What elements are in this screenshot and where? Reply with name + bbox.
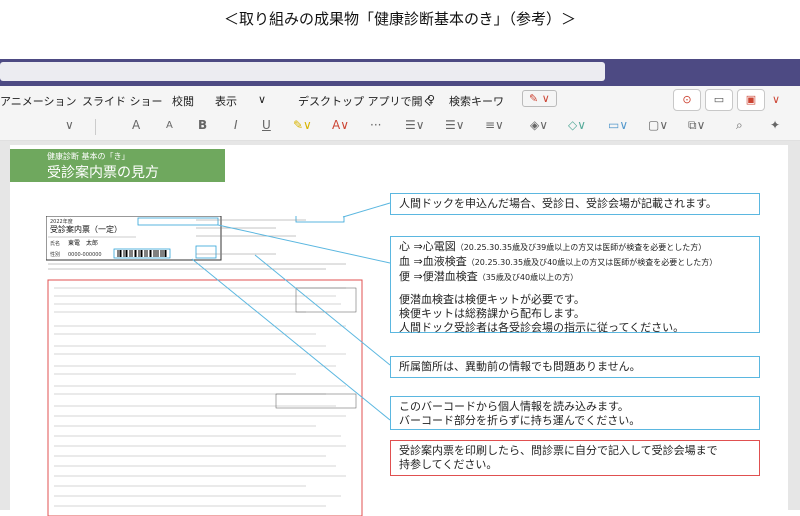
callout-print: 受診案内票を印刷したら、問診票に自分で記入して受診会場まで 持参してください。: [390, 440, 760, 476]
ribbon-menu-bar: アニメーション スライド ショー 校閲 表示 ∨ デスクトップ アプリで開く ♀…: [0, 86, 800, 114]
bold-button[interactable]: B: [198, 118, 207, 132]
group-icon[interactable]: ⧉∨: [688, 118, 705, 133]
font-dropdown-chevron-icon[interactable]: ∨: [65, 118, 74, 132]
page-caption: ＜取り組みの成果物「健康診断基本のき」（参考）＞: [223, 10, 577, 28]
exam-blood-label: 血 ⇒血液検査: [399, 255, 467, 268]
menu-search[interactable]: 検索キーワ: [449, 93, 504, 109]
callout-dock: 人間ドックを申込んだ場合、受診日、受診会場が記載されます。: [390, 193, 760, 215]
exam-ecg-label: 心 ⇒心電図: [399, 240, 456, 253]
toolbar-divider: [95, 119, 96, 135]
lightbulb-icon: ♀: [427, 93, 436, 106]
search-icon[interactable]: ⌕: [736, 118, 743, 133]
app-search-box[interactable]: [0, 62, 605, 81]
menu-review[interactable]: 校閲: [172, 93, 194, 109]
exam-kit-line2: 検便キットは総務課から配布します。: [399, 307, 585, 320]
grow-font-button[interactable]: A: [132, 118, 140, 132]
app-title-bar: [0, 59, 800, 86]
arrange-icon[interactable]: ▢∨: [648, 118, 668, 132]
menu-slideshow[interactable]: スライド ショー: [82, 93, 163, 109]
shapes-icon[interactable]: ◈∨: [530, 118, 548, 132]
callout-barcode-line2: バーコード部分を折らずに持ち運んでください。: [399, 414, 641, 427]
chevron-down-icon[interactable]: ∨: [258, 93, 266, 106]
menu-animation[interactable]: アニメーション: [0, 93, 77, 109]
callout-dock-text: 人間ドックを申込んだ場合、受診日、受診会場が記載されます。: [399, 197, 717, 210]
present-icon[interactable]: ▣: [737, 89, 765, 111]
outline-icon[interactable]: ▭∨: [608, 118, 628, 132]
fill-icon[interactable]: ◇∨: [568, 118, 586, 132]
shrink-font-button[interactable]: A: [166, 120, 173, 131]
comment-icon[interactable]: ▭: [705, 89, 733, 111]
share-icon[interactable]: ⊙: [673, 89, 701, 111]
callout-department-text: 所属箇所は、異動前の情報でも問題ありません。: [399, 360, 641, 373]
callout-barcode-line1: このバーコードから個人情報を読み込みます。: [399, 400, 629, 413]
callout-barcode: このバーコードから個人情報を読み込みます。 バーコード部分を折らずに持ち運んでく…: [390, 396, 760, 430]
menu-open-desktop[interactable]: デスクトップ アプリで開く: [298, 93, 434, 109]
callout-exams: 心 ⇒心電図（20.25.30.35歳及び39歳以上の方又は医師が検査を必要とし…: [390, 236, 760, 334]
exam-ecg-note: （20.25.30.35歳及び39歳以上の方又は医師が検査を必要とした方）: [455, 243, 707, 252]
exam-kit-line1: 便潜血検査は検便キットが必要です。: [399, 293, 585, 306]
callout-print-line2: 持参してください。: [399, 458, 498, 471]
menu-view[interactable]: 表示: [215, 93, 237, 109]
callout-print-line1: 受診案内票を印刷したら、問診票に自分で記入して受診会場まで: [399, 444, 718, 457]
present-dropdown-icon[interactable]: ∨: [772, 93, 780, 106]
exam-stool-note: （35歳及び40歳以上の方）: [477, 273, 579, 282]
highlight-icon[interactable]: ✎∨: [293, 118, 312, 132]
exam-blood-note: （20.25.30.35歳及び40歳以上の方又は医師が検査を必要とした方）: [466, 258, 718, 267]
italic-button[interactable]: I: [234, 118, 238, 132]
ribbon-toolbar: ∨ A A B I U ✎∨ A∨ ··· ☰∨ ☰∨ ≡∨ ◈∨ ◇∨ ▭∨ …: [0, 114, 800, 141]
slide: 健康診断 基本の「き」 受診案内票の見方 2022年度 受診案内票（一定） 氏名…: [10, 145, 788, 516]
numbering-icon[interactable]: ☰∨: [445, 118, 465, 132]
font-color-icon[interactable]: A∨: [332, 118, 349, 132]
more-button[interactable]: ···: [370, 118, 381, 132]
bullets-icon[interactable]: ☰∨: [405, 118, 425, 132]
align-icon[interactable]: ≡∨: [485, 118, 504, 132]
designer-icon[interactable]: ✦: [770, 118, 780, 132]
pen-dropdown-button[interactable]: ✎ ∨: [522, 90, 557, 107]
exam-kit-line3: 人間ドック受診者は各受診会場の指示に従ってください。: [399, 321, 685, 334]
underline-button[interactable]: U: [262, 118, 271, 132]
callout-department: 所属箇所は、異動前の情報でも問題ありません。: [390, 356, 760, 378]
exam-stool-label: 便 ⇒便潜血検査: [399, 270, 478, 283]
